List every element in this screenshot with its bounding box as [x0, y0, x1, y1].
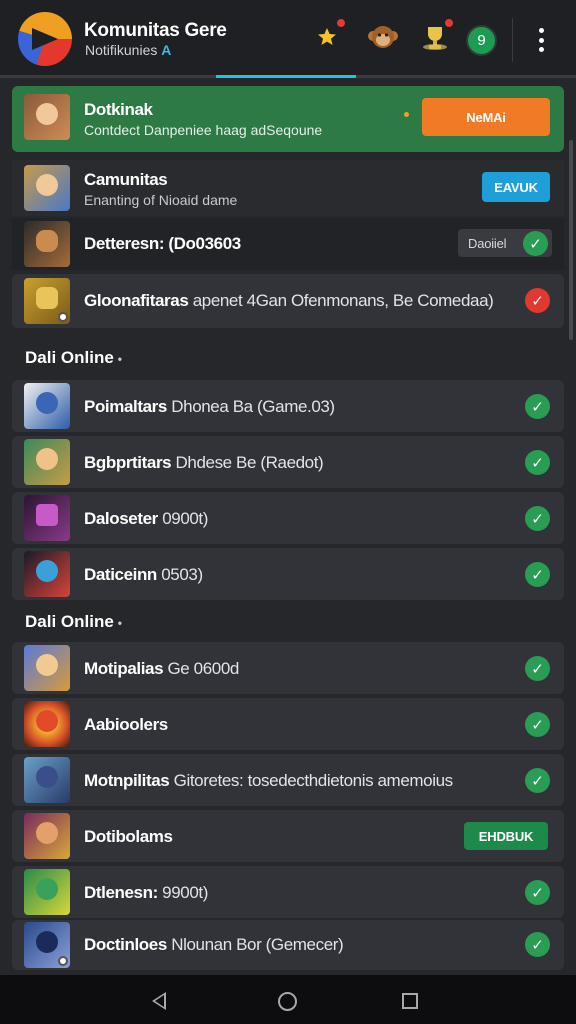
item-title: Detteresn: (Do03603 [84, 234, 241, 253]
list-item[interactable]: Camunitas Enanting of Nioaid dame EAVUK [12, 160, 564, 216]
star-notification-icon[interactable] [310, 18, 346, 54]
app-header: Komunitas Gere Notifikunies A 9 [0, 0, 576, 78]
kebab-menu-icon[interactable] [530, 24, 552, 56]
back-icon[interactable] [152, 992, 166, 1010]
item-title-extra: apenet 4Gan Ofenmonans, Be Comedaa) [188, 291, 494, 310]
item-title-main: Gloonafitaras [84, 291, 189, 310]
featured-row[interactable]: Dotkinak Contdect Danpeniee haag adSeqou… [12, 86, 564, 152]
list-item[interactable]: Dotibolams EHDBUK [12, 810, 564, 862]
item-avatar [24, 757, 70, 803]
section-title: Dali Online • [25, 612, 122, 631]
notification-badge [444, 18, 454, 28]
check-icon: ✓ [525, 932, 550, 957]
app-logo[interactable] [18, 12, 72, 66]
notification-counter[interactable]: 9 [466, 25, 497, 56]
list-item[interactable]: Motipalias Ge 0600d ✓ [12, 642, 564, 694]
list-item[interactable]: Doctinloes Nlounan Bor (Gemecer) ✓ [12, 920, 564, 970]
check-icon: ✓ [525, 506, 550, 531]
featured-title: Dotkinak [84, 100, 153, 119]
list-item[interactable]: Daloseter 0900t) ✓ [12, 492, 564, 544]
active-tab-indicator [216, 75, 356, 78]
item-title: Motipalias Ge 0600d [84, 659, 239, 678]
app-subtitle-text: Notifikunies [85, 42, 158, 58]
item-avatar [24, 278, 70, 324]
item-title: Dtlenesn: 9900t) [84, 883, 208, 902]
item-action-button[interactable]: EHDBUK [464, 822, 548, 850]
item-title: Aabioolers [84, 715, 168, 734]
item-title: Camunitas [84, 170, 168, 189]
item-avatar [24, 495, 70, 541]
item-title: Motnpilitas Gitoretes: tosedecthdietonis… [84, 771, 453, 790]
item-action-button[interactable]: EAVUK [482, 172, 550, 202]
item-subtitle: Enanting of Nioaid dame [84, 192, 238, 208]
trophy-icon[interactable] [418, 18, 454, 54]
item-avatar [24, 551, 70, 597]
item-title: Daloseter 0900t) [84, 509, 209, 528]
app-subtitle-accent: A [161, 42, 172, 58]
app-subtitle: Notifikunies A [85, 42, 171, 58]
check-icon: ✓ [525, 656, 550, 681]
scrollbar[interactable] [569, 140, 573, 340]
item-title: Doctinloes Nlounan Bor (Gemecer) [84, 935, 344, 954]
check-icon: ✓ [525, 562, 550, 587]
featured-action-button[interactable]: NeMAi [422, 98, 550, 136]
home-icon[interactable] [278, 992, 297, 1011]
list-item[interactable]: Bgbprtitars Dhdese Be (Raedot) ✓ [12, 436, 564, 488]
list-item[interactable]: Poimaltars Dhonea Ba (Game.03) ✓ [12, 380, 564, 432]
list-item[interactable]: Daticeinn 0503) ✓ [12, 548, 564, 600]
check-icon: ✓ [523, 231, 548, 256]
item-avatar [24, 645, 70, 691]
check-icon: ✓ [525, 880, 550, 905]
item-avatar [24, 869, 70, 915]
featured-subtitle: Contdect Danpeniee haag adSeqoune [84, 122, 323, 138]
featured-avatar [24, 94, 70, 140]
check-icon: ✓ [525, 450, 550, 475]
list-item[interactable]: Detteresn: (Do03603 Daoiiel ✓ [12, 218, 564, 270]
item-title: Gloonafitaras apenet 4Gan Ofenmonans, Be… [84, 291, 494, 311]
list-item[interactable]: Motnpilitas Gitoretes: tosedecthdietonis… [12, 754, 564, 806]
monkey-icon[interactable] [366, 20, 400, 54]
section-title: Dali Online • [25, 348, 122, 367]
check-icon: ✓ [525, 768, 550, 793]
item-avatar [24, 165, 70, 211]
item-title: Daticeinn 0503) [84, 565, 203, 584]
system-navigation-bar [0, 975, 576, 1024]
item-status-label: Daoiiel [468, 235, 507, 251]
item-avatar [24, 221, 70, 267]
item-avatar [24, 439, 70, 485]
notification-badge [336, 18, 346, 28]
item-avatar [24, 813, 70, 859]
item-title: Dotibolams [84, 827, 173, 846]
header-divider [512, 18, 513, 62]
app-title: Komunitas Gere [84, 20, 227, 41]
item-avatar [24, 922, 70, 968]
item-title: Bgbprtitars Dhdese Be (Raedot) [84, 453, 324, 472]
check-icon: ✓ [525, 712, 550, 737]
item-avatar [24, 701, 70, 747]
indicator-dot [404, 112, 409, 117]
list-item[interactable]: Dtlenesn: 9900t) ✓ [12, 866, 564, 918]
list-item[interactable]: Aabioolers ✓ [12, 698, 564, 750]
check-icon: ✓ [525, 394, 550, 419]
list-item[interactable]: Gloonafitaras apenet 4Gan Ofenmonans, Be… [12, 274, 564, 328]
item-avatar [24, 383, 70, 429]
error-icon: ✓ [525, 288, 550, 313]
item-title: Poimaltars Dhonea Ba (Game.03) [84, 397, 335, 416]
recent-apps-icon[interactable] [402, 993, 418, 1009]
